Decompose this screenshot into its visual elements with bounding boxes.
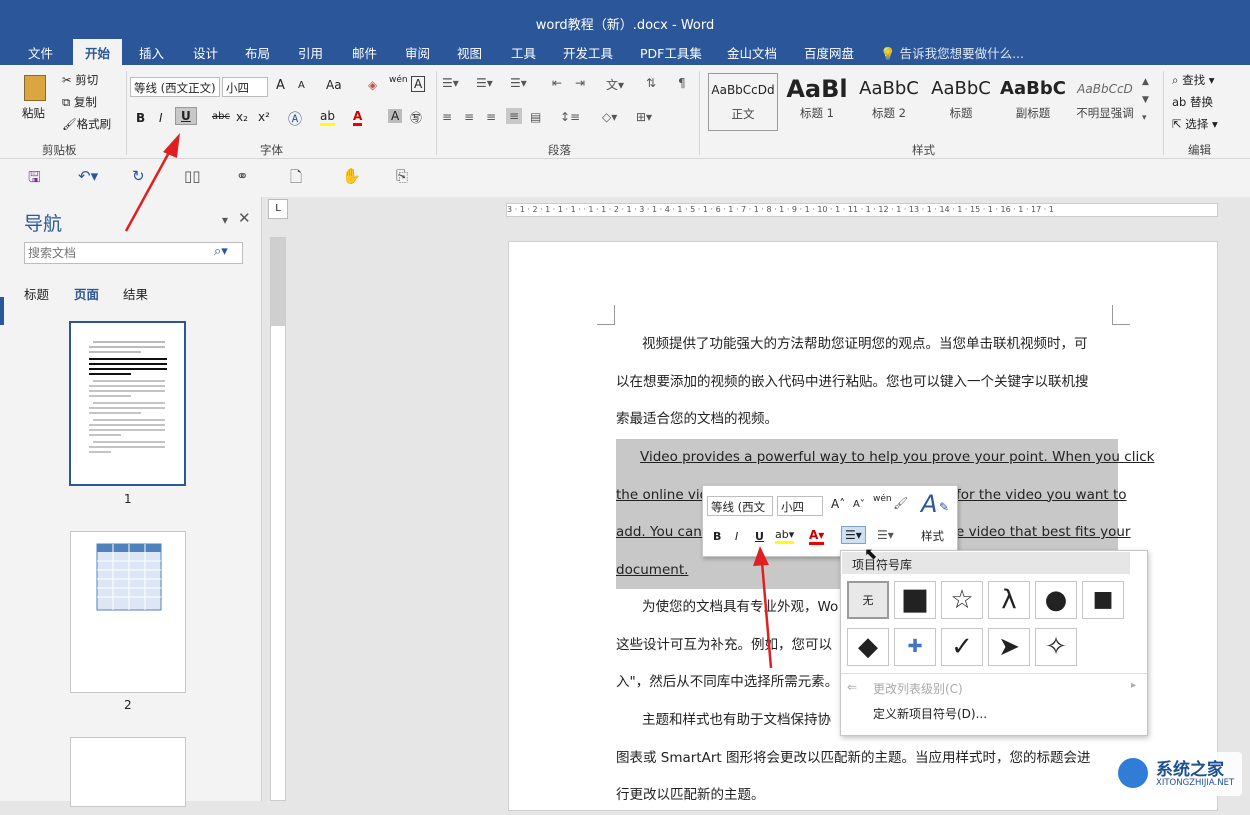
watermark-logo: 系统之家 XITONGZHIJIA.NET <box>1112 752 1242 796</box>
house-icon <box>1118 758 1148 788</box>
annotation-arrow-ribbon <box>124 146 174 232</box>
annotation-arrow-mini <box>760 561 773 669</box>
annotation-arrows <box>124 133 773 669</box>
